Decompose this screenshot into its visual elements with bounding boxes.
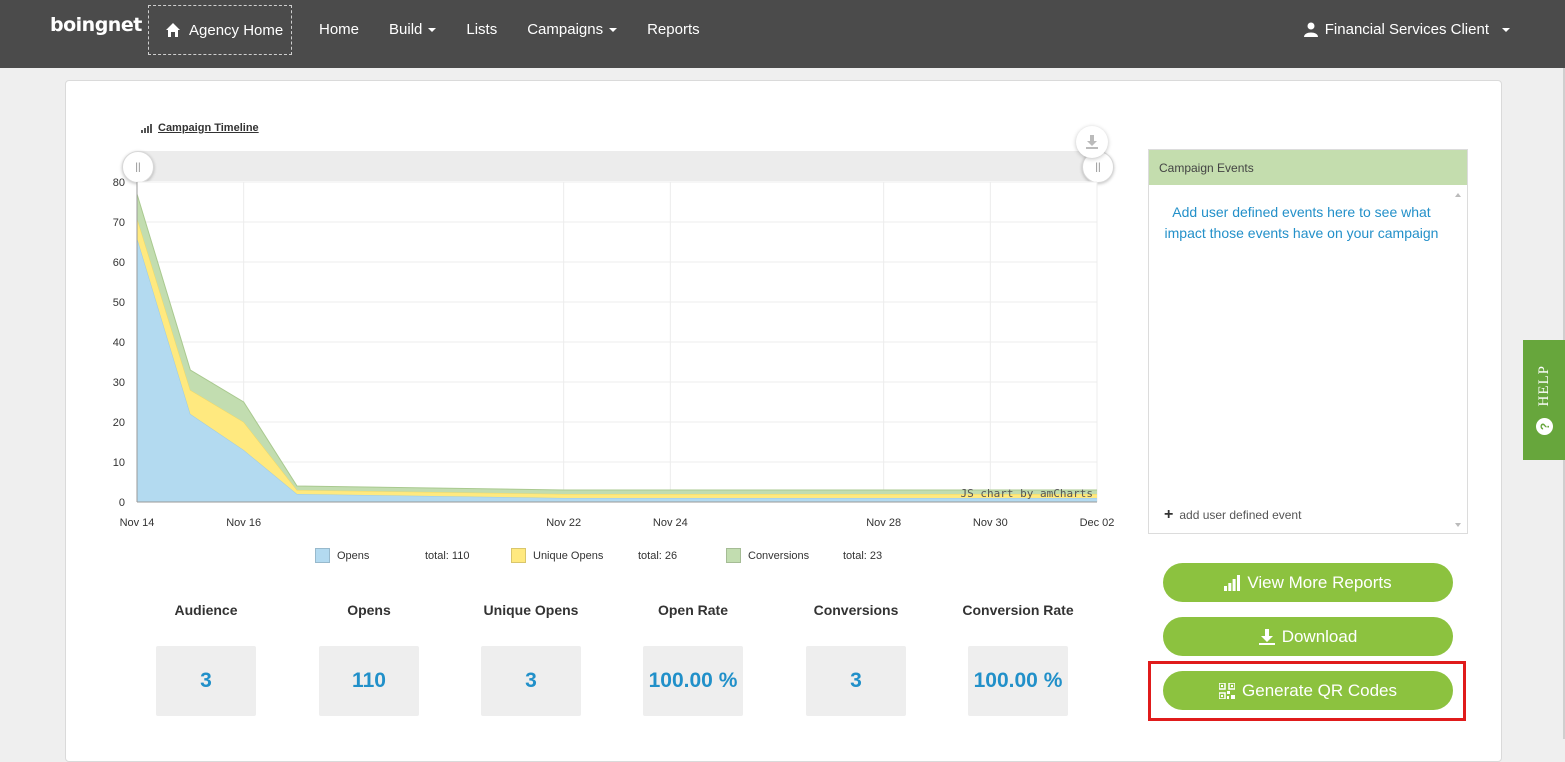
y-tick-label: 30 — [113, 377, 125, 389]
stat-label: Opens — [347, 602, 391, 618]
legend-total: total: 110 — [425, 549, 470, 562]
download-label: Download — [1281, 626, 1358, 646]
stat-audience: Audience 3 — [141, 602, 271, 716]
x-tick-label: Dec 02 — [1080, 517, 1115, 529]
x-tick-label: Nov 22 — [546, 517, 581, 529]
logo[interactable]: boingnet — [50, 14, 142, 36]
nav-home[interactable]: Home — [319, 21, 359, 38]
top-navbar: boingnet Agency Home Home Build Lists Ca… — [0, 0, 1565, 68]
add-event-label: add user defined event — [1179, 508, 1302, 522]
caret-down-icon — [1502, 27, 1510, 32]
legend-total: total: 23 — [843, 549, 883, 562]
stat-unique-opens: Unique Opens 3 — [466, 602, 596, 716]
agency-home-label: Agency Home — [189, 21, 284, 39]
chart-export-button[interactable] — [1076, 126, 1108, 158]
x-tick-label: Nov 30 — [973, 517, 1008, 529]
chart-legend: Opens total: 110 Unique Opens total: 26 … — [315, 548, 929, 563]
stat-value: 110 — [319, 646, 419, 716]
highlight-box — [1148, 661, 1466, 721]
y-tick-label: 0 — [119, 497, 125, 509]
y-tick-label: 60 — [113, 257, 125, 269]
stat-label: Conversion Rate — [962, 602, 1074, 618]
x-tick-label: Nov 24 — [653, 517, 688, 529]
y-tick-label: 70 — [113, 217, 125, 229]
stat-value: 3 — [806, 646, 906, 716]
nav-reports[interactable]: Reports — [647, 21, 700, 38]
legend-item-conversions[interactable]: Conversions total: 23 — [726, 548, 929, 563]
chart-title-link[interactable]: Campaign Timeline — [141, 122, 259, 134]
bar-chart-icon — [141, 123, 152, 133]
stat-value: 100.00 % — [643, 646, 743, 716]
view-more-reports-label: View More Reports — [1247, 572, 1392, 592]
amcharts-credit: JS chart by amCharts — [961, 487, 1093, 500]
stat-label: Open Rate — [657, 602, 728, 618]
legend-label: Opens — [337, 549, 370, 562]
campaign-timeline-chart: 0 10 20 30 40 50 60 70 80 Nov 14 Nov 16 Nov 22 Nov 2… — [113, 177, 1115, 529]
stat-conversion-rate: Conversion Rate 100.00 % — [953, 602, 1083, 716]
nav-lists[interactable]: Lists — [466, 21, 497, 38]
nav-campaigns[interactable]: Campaigns — [527, 21, 618, 38]
y-tick-label: 50 — [113, 297, 125, 309]
plus-icon: + — [1164, 506, 1174, 523]
nav-reports-label: Reports — [647, 21, 700, 38]
download-button[interactable]: Download — [1163, 617, 1453, 656]
y-tick-label: 10 — [113, 457, 125, 469]
legend-item-unique-opens[interactable]: Unique Opens total: 26 — [511, 548, 726, 563]
stat-label: Conversions — [813, 602, 899, 618]
nav-home-label: Home — [319, 21, 360, 38]
x-tick-label: Nov 16 — [226, 517, 261, 529]
chart-title: Campaign Timeline — [158, 122, 259, 134]
y-tick-label: 40 — [113, 337, 125, 349]
view-more-reports-button[interactable]: View More Reports — [1163, 563, 1453, 602]
nav-campaigns-label: Campaigns — [527, 21, 604, 38]
main-menu: Home Build Lists Campaigns Reports — [319, 21, 730, 38]
caret-down-icon — [609, 27, 618, 32]
campaign-events-header: Campaign Events — [1149, 150, 1467, 185]
legend-label: Unique Opens — [533, 549, 604, 562]
user-menu[interactable]: Financial Services Client — [1303, 21, 1510, 38]
stat-open-rate: Open Rate 100.00 % — [628, 602, 758, 716]
y-tick-label: 80 — [113, 177, 125, 189]
x-tick-label: Nov 28 — [866, 517, 901, 529]
campaign-events-panel: Campaign Events Add user defined events … — [1148, 149, 1468, 534]
nav-build-label: Build — [389, 21, 423, 38]
y-tick-label: 20 — [113, 417, 125, 429]
x-tick-label: Nov 14 — [120, 517, 155, 529]
legend-swatch — [726, 548, 741, 563]
bar-chart-icon — [1224, 574, 1241, 591]
scroll-down-icon[interactable] — [1455, 523, 1461, 527]
campaign-events-message[interactable]: Add user defined events here to see what… — [1159, 202, 1444, 244]
nav-lists-label: Lists — [466, 21, 498, 38]
user-icon — [1303, 22, 1318, 37]
events-scrollbar[interactable] — [1450, 185, 1467, 533]
nav-build[interactable]: Build — [389, 21, 437, 38]
legend-swatch — [315, 548, 330, 563]
add-event-link[interactable]: + add user defined event — [1164, 506, 1301, 524]
agency-home-button[interactable]: Agency Home — [148, 5, 292, 55]
legend-label: Conversions — [748, 549, 810, 562]
caret-down-icon — [428, 27, 437, 32]
download-icon — [1086, 135, 1098, 149]
legend-swatch — [511, 548, 526, 563]
legend-item-opens[interactable]: Opens total: 110 — [315, 548, 511, 563]
download-icon — [1258, 628, 1275, 645]
home-icon — [166, 23, 180, 37]
user-name: Financial Services Client — [1324, 21, 1489, 38]
question-icon: ? — [1535, 418, 1553, 436]
stat-label: Audience — [174, 602, 238, 618]
stat-value: 100.00 % — [968, 646, 1068, 716]
stat-value: 3 — [156, 646, 256, 716]
stat-label: Unique Opens — [483, 602, 579, 618]
scroll-up-icon[interactable] — [1455, 193, 1461, 197]
help-label: HELP — [1535, 364, 1552, 407]
stat-opens: Opens 110 — [304, 602, 434, 716]
help-tab[interactable]: HELP ? — [1523, 340, 1565, 460]
stat-conversions: Conversions 3 — [791, 602, 921, 716]
legend-total: total: 26 — [638, 549, 678, 562]
stat-value: 3 — [481, 646, 581, 716]
